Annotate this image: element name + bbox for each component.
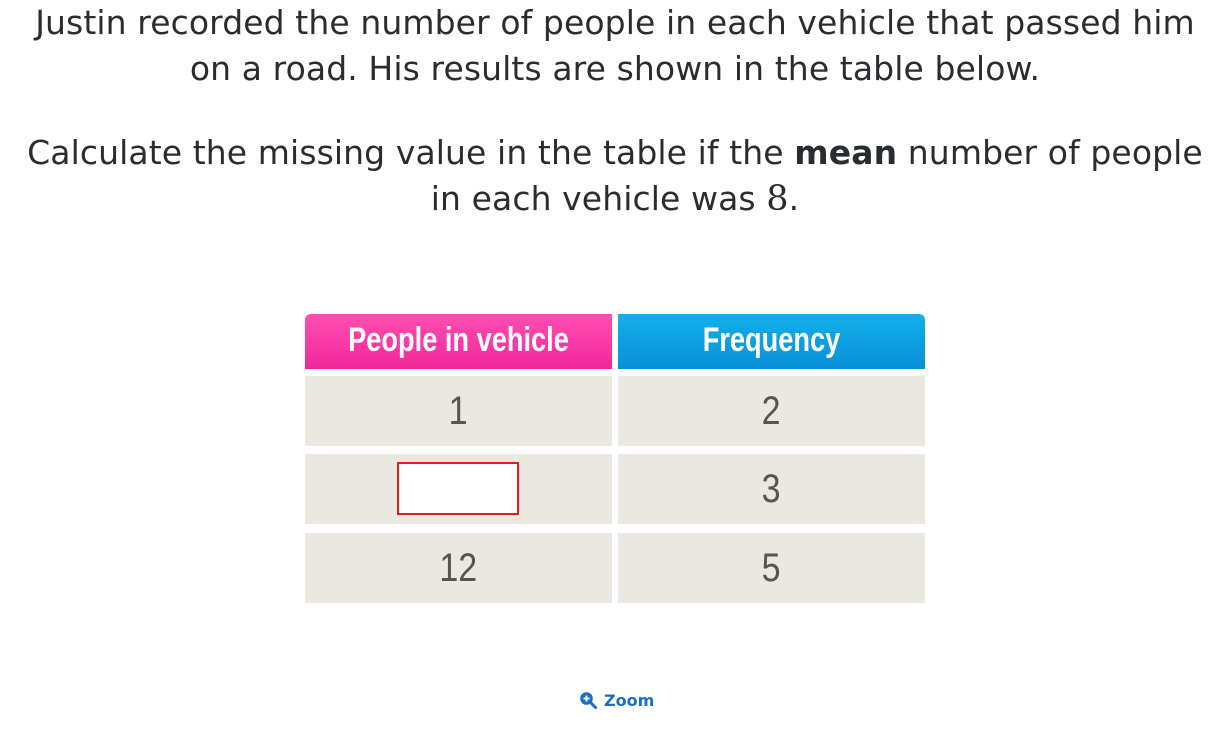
- mean-value: 8: [766, 179, 789, 219]
- question-line-1: Justin recorded the number of people in …: [35, 3, 1195, 42]
- header-people-in-vehicle: People in vehicle: [305, 314, 612, 369]
- header-label: Frequency: [702, 321, 841, 359]
- zoom-button[interactable]: Zoom: [579, 688, 654, 712]
- question-text: number of people: [897, 133, 1203, 172]
- question-text: Calculate the missing value in the table…: [27, 133, 795, 172]
- question-line-4: in each vehicle was 8.: [0, 176, 1230, 222]
- question-line-3: Calculate the missing value in the table…: [0, 130, 1230, 176]
- question-text: in each vehicle was: [430, 179, 767, 218]
- emphasis-mean: mean: [794, 133, 898, 172]
- header-frequency: Frequency: [618, 314, 925, 369]
- table-cell-people: 1: [305, 376, 612, 446]
- cell-value: 3: [762, 467, 781, 511]
- missing-value-input[interactable]: [397, 462, 519, 515]
- cell-value: 12: [439, 546, 478, 590]
- question-intro: Justin recorded the number of people in …: [0, 0, 1230, 92]
- table-cell-frequency: 2: [618, 376, 925, 446]
- cell-value: 1: [449, 389, 468, 433]
- question-text: .: [788, 179, 800, 218]
- zoom-in-icon: [579, 691, 597, 709]
- table-cell-people: [305, 454, 612, 524]
- header-label: People in vehicle: [348, 321, 569, 359]
- table-cell-people: 12: [305, 533, 612, 603]
- cell-value: 5: [762, 546, 781, 590]
- zoom-label: Zoom: [604, 690, 655, 710]
- cell-value: 2: [762, 389, 781, 433]
- table-cell-frequency: 5: [618, 533, 925, 603]
- question-prompt: Calculate the missing value in the table…: [0, 130, 1230, 222]
- table-cell-frequency: 3: [618, 454, 925, 524]
- question-line-2: on a road. His results are shown in the …: [189, 49, 1041, 88]
